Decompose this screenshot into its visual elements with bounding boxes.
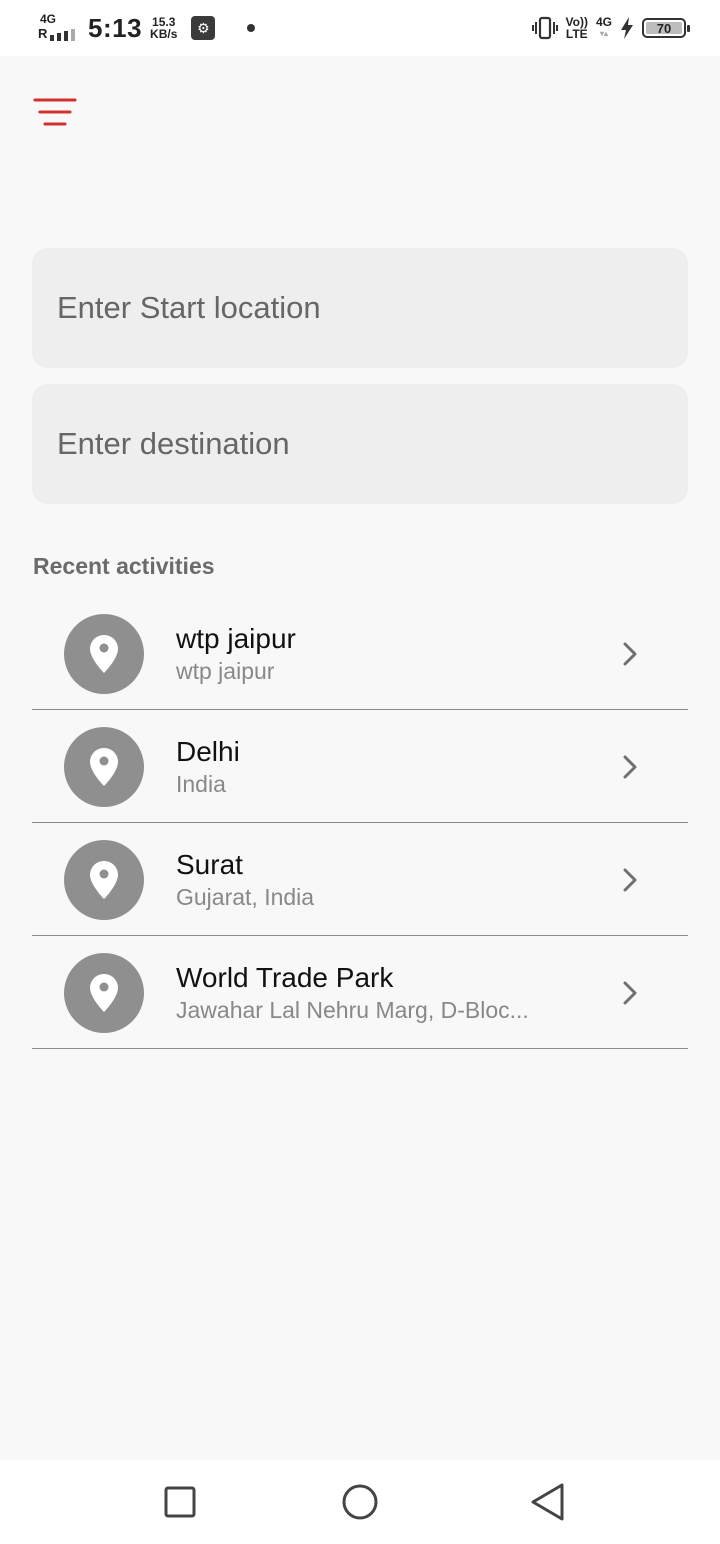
recent-item-subtitle: Jawahar Lal Nehru Marg, D-Bloc... (176, 997, 529, 1023)
start-location-input[interactable] (32, 248, 688, 368)
chevron-right-icon (623, 642, 637, 666)
chevron-right-icon (623, 981, 637, 1005)
chevron-right-icon (623, 755, 637, 779)
network-speed: 15.3 KB/s (150, 16, 177, 40)
recent-item-subtitle: wtp jaipur (176, 658, 275, 684)
speed-unit: KB/s (150, 27, 178, 41)
recent-item-title: World Trade Park (176, 962, 394, 993)
network-type: 4G (40, 12, 57, 26)
volte-indicator: Vo)) LTE (566, 16, 588, 40)
recent-item-delhi[interactable]: Delhi India (32, 710, 688, 823)
app-screen: 4G R 5:13 15.3 KB/s ⚙ Vo)) LTE 4G ▾▴ 70 … (0, 0, 720, 1544)
usb-icon: ⚙ (191, 16, 216, 40)
system-navigation-bar (0, 1460, 720, 1544)
hamburger-menu-icon[interactable] (30, 94, 80, 130)
status-bar: 4G R 5:13 15.3 KB/s ⚙ Vo)) LTE 4G ▾▴ 70 (0, 0, 720, 56)
location-pin-icon (64, 614, 144, 694)
recent-item-surat[interactable]: Surat Gujarat, India (32, 823, 688, 936)
data-arrows-icon: ▾▴ (599, 29, 608, 38)
home-circle-icon[interactable] (340, 1482, 380, 1522)
vibrate-icon (531, 16, 558, 40)
battery-icon: 70 (642, 18, 690, 38)
recent-activities-list: wtp jaipur wtp jaipur Delhi India Surat … (32, 597, 688, 1049)
recent-item-subtitle: India (176, 771, 226, 797)
recent-item-title: wtp jaipur (176, 623, 296, 654)
data-indicator: 4G ▾▴ (596, 16, 612, 40)
recents-square-icon[interactable] (160, 1482, 200, 1522)
start-location-field[interactable] (32, 248, 688, 368)
location-pin-icon (64, 953, 144, 1033)
recent-item-title: Surat (176, 849, 243, 880)
destination-field[interactable] (32, 384, 688, 504)
location-pin-icon (64, 727, 144, 807)
clock: 5:13 (88, 12, 143, 43)
battery-level: 70 (646, 21, 682, 36)
recent-item-title: Delhi (176, 736, 240, 767)
destination-input[interactable] (32, 384, 688, 504)
volte-bottom: LTE (565, 27, 588, 41)
back-triangle-icon[interactable] (528, 1482, 568, 1522)
signal-icon: 4G R (38, 13, 80, 43)
location-pin-icon (64, 840, 144, 920)
recent-item-subtitle: Gujarat, India (176, 884, 315, 910)
charging-icon (621, 17, 633, 39)
notification-dot-icon (247, 24, 256, 32)
roaming-indicator: R (38, 26, 48, 41)
data-type: 4G (595, 15, 612, 29)
chevron-right-icon (623, 868, 637, 892)
recent-item-wtp-jaipur[interactable]: wtp jaipur wtp jaipur (32, 597, 688, 710)
recent-item-world-trade-park[interactable]: World Trade Park Jawahar Lal Nehru Marg,… (32, 936, 688, 1049)
recent-activities-heading: Recent activities (33, 553, 215, 579)
